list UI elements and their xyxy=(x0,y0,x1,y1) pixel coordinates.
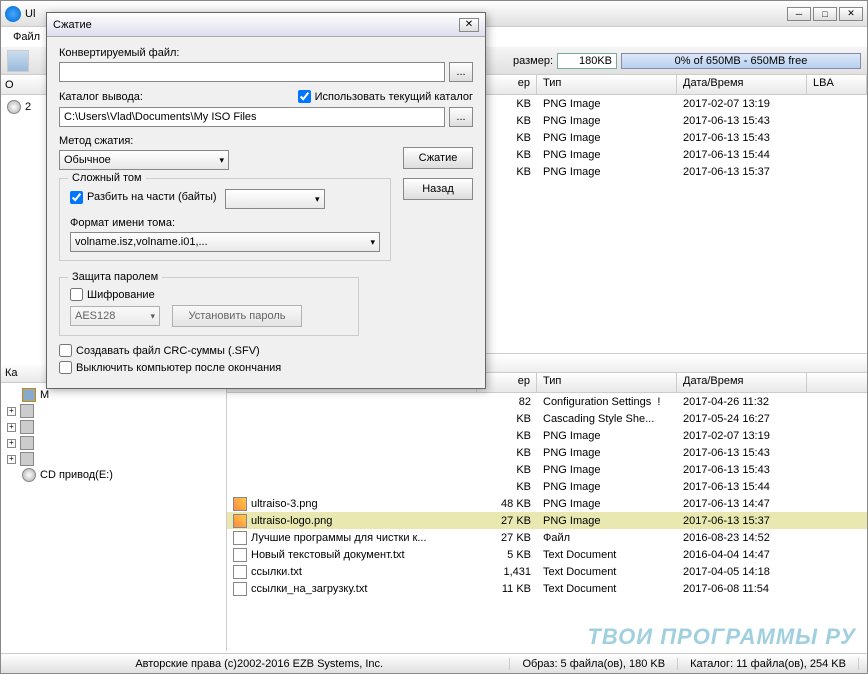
file-icon xyxy=(233,548,247,562)
password-group: Защита паролем Шифрование AES128 Установ… xyxy=(59,277,359,336)
compress-dialog: Сжатие ✕ Конвертируемый файл: ... Катало… xyxy=(46,12,486,389)
table-row[interactable]: KBPNG Image2017-02-07 13:19 xyxy=(227,427,867,444)
method-combo[interactable]: Обычное xyxy=(59,150,229,170)
convert-file-input[interactable] xyxy=(59,62,445,82)
maximize-button[interactable]: □ xyxy=(813,7,837,21)
drive-icon xyxy=(20,420,34,434)
size-label: размер: xyxy=(513,55,553,67)
status-catalog: Каталог: 11 файла(ов), 254 KB xyxy=(678,658,859,670)
table-row[interactable]: ultraiso-logo.png27 KBPNG Image2017-06-1… xyxy=(227,512,867,529)
table-row[interactable]: Лучшие программы для чистки к...27 KBФай… xyxy=(227,529,867,546)
encrypt-algo-combo: AES128 xyxy=(70,306,160,326)
split-checkbox[interactable]: Разбить на части (байты) xyxy=(70,191,217,204)
drive-icon xyxy=(20,452,34,466)
minimize-button[interactable]: ─ xyxy=(787,7,811,21)
encrypt-checkbox[interactable]: Шифрование xyxy=(70,288,348,301)
back-button[interactable]: Назад xyxy=(403,178,473,200)
app-title: Ul xyxy=(25,8,35,20)
tree-toggle-icon[interactable]: + xyxy=(7,439,16,448)
tree-item[interactable]: М xyxy=(5,387,222,403)
toolbar-new-icon[interactable] xyxy=(7,50,29,72)
tree-item[interactable]: + xyxy=(5,435,222,451)
volfmt-combo[interactable]: volname.isz,volname.i01,... xyxy=(70,232,380,252)
outdir-label: Каталог вывода: xyxy=(59,91,143,103)
comp-icon xyxy=(22,388,36,402)
table-row[interactable]: KBPNG Image2017-06-13 15:44 xyxy=(227,478,867,495)
dialog-close-button[interactable]: ✕ xyxy=(459,18,479,32)
convert-file-label: Конвертируемый файл: xyxy=(59,47,473,59)
tree-item[interactable]: + xyxy=(5,451,222,467)
use-current-dir-checkbox[interactable]: Использовать текущий каталог xyxy=(298,90,473,103)
crc-checkbox[interactable]: Создавать файл CRC-суммы (.SFV) xyxy=(59,344,473,357)
disc-icon xyxy=(7,100,21,114)
file-icon xyxy=(233,497,247,511)
status-image: Образ: 5 файла(ов), 180 KB xyxy=(510,658,678,670)
tree-toggle-icon[interactable]: + xyxy=(7,407,16,416)
outdir-input[interactable] xyxy=(59,107,445,127)
table-row[interactable]: Новый текстовый документ.txt5 KBText Doc… xyxy=(227,546,867,563)
dialog-title: Сжатие xyxy=(53,19,92,31)
table-row[interactable]: 82Configuration Settings !2017-04-26 11:… xyxy=(227,393,867,410)
table-row[interactable]: KBCascading Style She...2017-05-24 16:27 xyxy=(227,410,867,427)
browse-convert-button[interactable]: ... xyxy=(449,62,473,82)
table-row[interactable]: ultraiso-3.png48 KBPNG Image2017-06-13 1… xyxy=(227,495,867,512)
disc-icon xyxy=(22,468,36,482)
table-row[interactable]: ссылки.txt1,431Text Document2017-04-05 1… xyxy=(227,563,867,580)
browse-outdir-button[interactable]: ... xyxy=(449,107,473,127)
set-password-button: Установить пароль xyxy=(172,305,302,327)
compress-button[interactable]: Сжатие xyxy=(403,147,473,169)
tree-toggle-icon[interactable]: + xyxy=(7,423,16,432)
statusbar: Авторские права (c)2002-2016 EZB Systems… xyxy=(1,653,867,673)
tree-toggle-icon[interactable]: + xyxy=(7,455,16,464)
file-icon xyxy=(233,514,247,528)
dialog-titlebar: Сжатие ✕ xyxy=(47,13,485,37)
table-row[interactable]: KBPNG Image2017-06-13 15:43 xyxy=(227,444,867,461)
status-copyright: Авторские права (c)2002-2016 EZB Systems… xyxy=(9,658,510,670)
drive-icon xyxy=(20,404,34,418)
split-size-combo[interactable] xyxy=(225,189,325,209)
size-input[interactable] xyxy=(557,53,617,69)
close-button[interactable]: ✕ xyxy=(839,7,863,21)
shutdown-checkbox[interactable]: Выключить компьютер после окончания xyxy=(59,361,473,374)
file-icon xyxy=(233,565,247,579)
progress-bar: 0% of 650MB - 650MB free xyxy=(621,53,861,69)
watermark: ТВОИ ПРОГРАММЫ РУ xyxy=(587,624,856,650)
app-icon xyxy=(5,6,21,22)
menu-file[interactable]: Файл xyxy=(7,29,46,45)
table-row[interactable]: KBPNG Image2017-06-13 15:43 xyxy=(227,461,867,478)
tree-item[interactable]: CD привод(E:) xyxy=(5,467,222,483)
drive-icon xyxy=(20,436,34,450)
volume-group: Сложный том Разбить на части (байты) Фор… xyxy=(59,178,391,261)
tree-item[interactable]: + xyxy=(5,419,222,435)
volfmt-label: Формат имени тома: xyxy=(70,217,380,229)
file-icon xyxy=(233,531,247,545)
file-icon xyxy=(233,582,247,596)
tree-item[interactable]: + xyxy=(5,403,222,419)
table-row[interactable]: ссылки_на_загрузку.txt11 KBText Document… xyxy=(227,580,867,597)
method-label: Метод сжатия: xyxy=(59,135,391,147)
